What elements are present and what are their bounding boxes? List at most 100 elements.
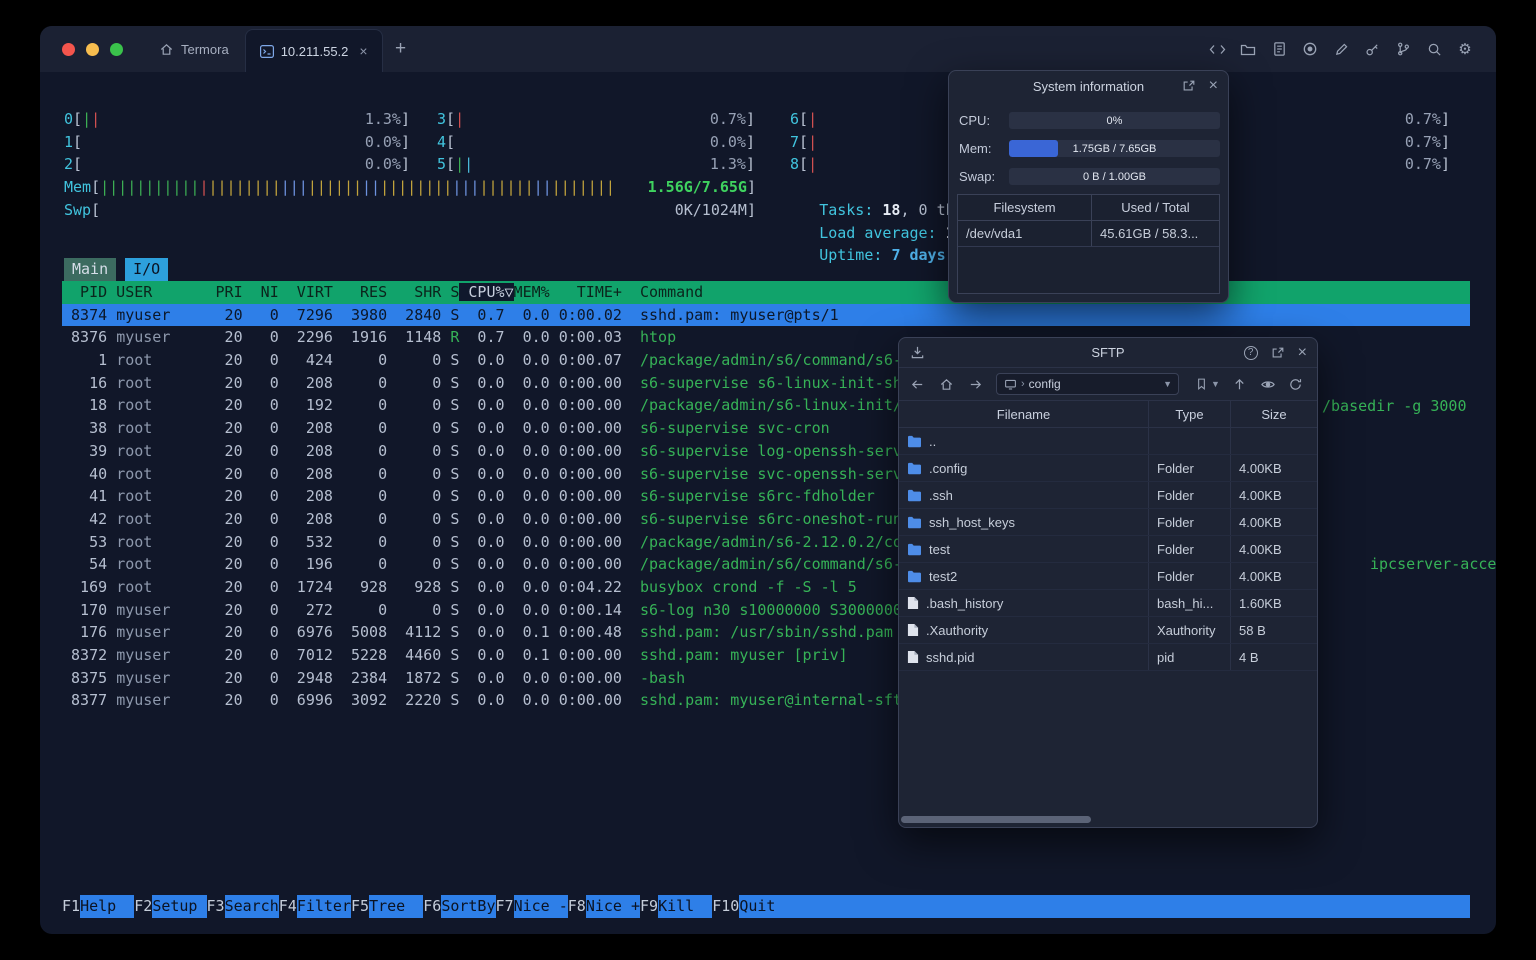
column-size[interactable]: Size [1231, 401, 1317, 427]
file-type: pid [1149, 644, 1231, 670]
sftp-file-row[interactable]: .Xauthority Xauthority 58 B [899, 617, 1317, 644]
sftp-file-row[interactable]: test Folder 4.00KB [899, 536, 1317, 563]
cpu-meter-2: 2[0.0%] [64, 155, 410, 174]
computer-icon [1003, 377, 1017, 391]
up-directory-icon[interactable] [1232, 376, 1248, 392]
file-size: 4.00KB [1239, 460, 1282, 476]
process-row[interactable]: 8374 myuser 20 0 7296 3980 2840 S 0.7 0.… [62, 303, 1470, 327]
sftp-file-row[interactable]: sshd.pid pid 4 B [899, 644, 1317, 671]
file-size: 4 B [1239, 649, 1259, 665]
sftp-toolbar: › config ▼ ▼ [899, 368, 1317, 401]
file-size [1231, 428, 1317, 454]
file-size: 4.00KB [1239, 568, 1282, 584]
swap-meter: Swp[0K/1024M] [64, 200, 756, 219]
file-size: 4.00KB [1239, 514, 1282, 530]
chevron-down-icon[interactable]: ▼ [1163, 379, 1172, 389]
fkey-filter[interactable]: Filter [296, 895, 351, 918]
fkey-nice-[interactable]: Nice + [585, 895, 640, 918]
memory-usage-bar: 1.75GB / 7.65GB [1009, 140, 1220, 157]
htop-tab-io[interactable]: I/O [125, 258, 169, 281]
sftp-file-row[interactable]: ssh_host_keys Folder 4.00KB [899, 509, 1317, 536]
cpu-meter-5: 5[|| 1.3%] [437, 155, 755, 174]
sftp-file-row[interactable]: .bash_history bash_hi... 1.60KB [899, 590, 1317, 617]
file-name: .config [929, 460, 968, 476]
close-panel-icon[interactable]: × [1209, 78, 1218, 94]
help-icon[interactable]: ? [1243, 345, 1258, 360]
swap-usage-bar: 0 B / 1.00GB [1009, 168, 1220, 185]
fkey-quit[interactable]: Quit [739, 895, 794, 918]
bookmark-icon [1193, 376, 1209, 392]
folder-icon [907, 435, 922, 448]
process-table-header[interactable]: PID USER PRI NI VIRT RES SHR S CPU%▽MEM%… [62, 281, 1470, 304]
folder-icon [907, 570, 922, 583]
fkey-sortby[interactable]: SortBy [441, 895, 496, 918]
file-type: bash_hi... [1149, 590, 1231, 616]
fkey-nice-[interactable]: Nice - [513, 895, 568, 918]
sftp-file-row[interactable]: .. [899, 428, 1317, 455]
open-in-new-window-icon[interactable] [1270, 345, 1286, 361]
app-window: Termora 10.211.55.2 × + ⚙ 0 [|| 1.3%] … [40, 26, 1496, 934]
file-type: Folder [1149, 509, 1231, 535]
file-icon [907, 650, 919, 664]
cpu-meter-4: 4[0.0%] [437, 132, 755, 151]
file-name: test [929, 541, 950, 557]
file-name: test2 [929, 568, 958, 584]
home-icon[interactable] [938, 376, 954, 392]
sftp-file-row[interactable]: .ssh Folder 4.00KB [899, 482, 1317, 509]
folder-icon [907, 516, 922, 529]
file-type: Folder [1149, 536, 1231, 562]
fkey-search[interactable]: Search [224, 895, 279, 918]
file-type [1149, 428, 1231, 454]
filesystem-row[interactable]: /dev/vda1 45.61GB / 58.3... [958, 221, 1219, 247]
filesystem-table: Filesystem Used / Total /dev/vda1 45.61G… [957, 194, 1220, 294]
file-name: .Xauthority [926, 622, 989, 638]
chevron-down-icon: ▼ [1211, 379, 1220, 389]
file-size: 58 B [1239, 622, 1266, 638]
file-type: Folder [1149, 563, 1231, 589]
sftp-file-row[interactable]: test2 Folder 4.00KB [899, 563, 1317, 590]
path-bar[interactable]: › config ▼ [996, 373, 1179, 395]
cpu-usage-row: CPU: 0% [959, 112, 1220, 129]
chevron-right-icon: › [1021, 378, 1025, 390]
file-size: 1.60KB [1239, 595, 1282, 611]
sftp-file-row[interactable]: .config Folder 4.00KB [899, 455, 1317, 482]
sftp-header: SFTP ? × [899, 338, 1317, 368]
file-name: .bash_history [926, 595, 1004, 611]
system-info-panel: System information × CPU: 0% Mem: 1.75GB… [948, 70, 1229, 303]
file-name: ssh_host_keys [929, 514, 1015, 530]
horizontal-scrollbar[interactable] [901, 816, 1315, 823]
sftp-table-header: Filename Type Size [899, 401, 1317, 428]
preview-eye-icon[interactable] [1260, 376, 1276, 392]
fkey-setup[interactable]: Setup [152, 895, 207, 918]
fkey-tree[interactable]: Tree [369, 895, 424, 918]
file-size: 4.00KB [1239, 487, 1282, 503]
file-size: 4.00KB [1239, 541, 1282, 557]
file-icon [907, 596, 919, 610]
htop-tabs: Main I/O [64, 258, 169, 281]
file-name: .ssh [929, 487, 953, 503]
command-overflow-fragment: ipcserver-access [1370, 555, 1496, 574]
fkey-help[interactable]: Help [80, 895, 135, 918]
refresh-icon[interactable] [1288, 376, 1304, 392]
file-name: .. [929, 433, 937, 449]
back-icon[interactable] [909, 376, 925, 392]
swap-usage-row: Swap: 0 B / 1.00GB [959, 168, 1220, 185]
scrollbar-thumb[interactable] [901, 816, 1091, 823]
download-icon[interactable] [909, 345, 925, 361]
function-key-bar: F1 Help F2 Setup F3 Search F4 Filter F5 Tree F6… [62, 895, 1470, 918]
file-type: Folder [1149, 455, 1231, 481]
column-type[interactable]: Type [1149, 401, 1231, 427]
cpu-usage-bar: 0% [1009, 112, 1220, 129]
filesystem-table-header: Filesystem Used / Total [958, 195, 1219, 221]
open-in-new-window-icon[interactable] [1181, 78, 1197, 94]
fkey-kill[interactable]: Kill [658, 895, 713, 918]
bookmarks-button[interactable]: ▼ [1193, 376, 1220, 392]
column-filename[interactable]: Filename [899, 401, 1149, 427]
htop-tab-main[interactable]: Main [64, 258, 117, 281]
folder-icon [907, 462, 922, 475]
close-panel-icon[interactable]: × [1298, 344, 1307, 361]
folder-icon [907, 489, 922, 502]
sftp-panel: SFTP ? × › config ▼ ▼ Filename Type Size… [898, 337, 1318, 828]
file-type: Xauthority [1149, 617, 1231, 643]
forward-icon[interactable] [967, 376, 983, 392]
